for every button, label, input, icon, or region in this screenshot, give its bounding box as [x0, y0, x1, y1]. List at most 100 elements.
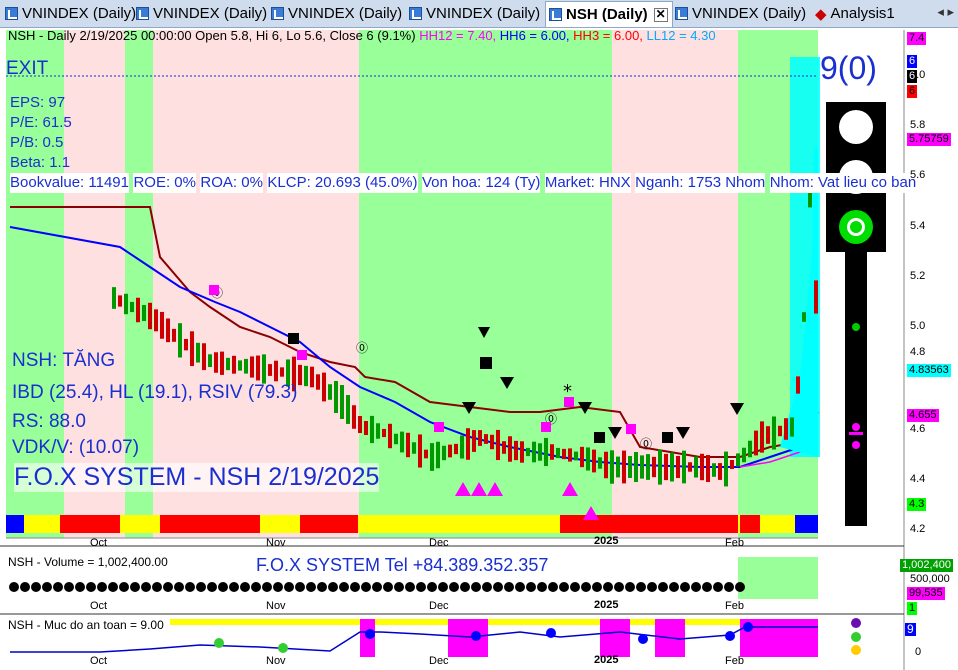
- tab-nsh[interactable]: NSH (Daily) ✕: [545, 1, 673, 27]
- candle: [682, 450, 686, 484]
- candle: [250, 356, 254, 378]
- candle: [262, 354, 266, 384]
- candle: [418, 434, 422, 468]
- candle: [610, 450, 614, 484]
- volume-dot: [262, 582, 272, 592]
- price-box-close: 6: [907, 70, 918, 83]
- volume-dot: [284, 582, 294, 592]
- candle: [322, 372, 326, 402]
- volume-dot: [636, 582, 646, 592]
- candle: [718, 463, 722, 480]
- candle: [466, 428, 470, 460]
- price-tick: 4.8: [910, 346, 926, 358]
- candle: [502, 441, 506, 454]
- candle: [736, 453, 740, 467]
- tab-scroll-arrows[interactable]: ◂ ▸: [937, 4, 954, 20]
- candle: [214, 352, 218, 373]
- candle: [382, 428, 386, 438]
- candle: [580, 446, 584, 468]
- volume-dot: [130, 582, 140, 592]
- fundamentals-panel: EPS: 97 P/E: 61.5 P/B: 0.5 Beta: 1.1 Boo…: [10, 93, 917, 193]
- volume-dot: [86, 582, 96, 592]
- volume-dot: [625, 582, 635, 592]
- volume-dot: [152, 582, 162, 592]
- volume-banner: F.O.X SYSTEM Tel +84.389.352.357: [256, 555, 549, 575]
- x-label-oct: Oct: [90, 537, 108, 549]
- volume-dot: [647, 582, 657, 592]
- candle: [784, 418, 788, 440]
- volume-dot: [185, 582, 195, 592]
- vol-x-label-dec: Dec: [429, 600, 449, 612]
- volume-box-current: 1,002,400: [900, 559, 953, 572]
- candle: [376, 423, 380, 439]
- volume-dot: [548, 582, 558, 592]
- volume-dot: [537, 582, 547, 592]
- candle: [238, 360, 242, 371]
- candle: [268, 364, 272, 376]
- bookvalue: Bookvalue: 11491: [10, 173, 129, 193]
- x-label-feb: Feb: [725, 537, 744, 549]
- candle: [160, 311, 164, 339]
- volume-dot: [53, 582, 63, 592]
- tab-vnindex-5[interactable]: VNINDEX (Daily): [672, 2, 806, 25]
- candle: [706, 455, 710, 482]
- candle: [400, 431, 404, 453]
- volume-dot: [196, 582, 206, 592]
- trend-status: NSH: TĂNG: [12, 350, 116, 371]
- price-tick: 4.4: [910, 473, 926, 485]
- candle: [802, 312, 806, 322]
- exit-label: EXIT: [6, 58, 49, 79]
- volume-dot: [42, 582, 52, 592]
- candle: [352, 405, 356, 429]
- tab-vnindex-4[interactable]: VNINDEX (Daily): [406, 2, 540, 25]
- candle: [664, 453, 668, 481]
- candle: [460, 435, 464, 459]
- price-tick: 5.6: [910, 169, 926, 181]
- volume-dot: [581, 582, 591, 592]
- candle: [136, 297, 140, 323]
- tab-analysis1[interactable]: ◆ Analysis1: [813, 2, 895, 25]
- volume-dot: [427, 582, 437, 592]
- tab-vnindex-1[interactable]: VNINDEX (Daily): [2, 2, 136, 25]
- volume-dot: [669, 582, 679, 592]
- close-icon[interactable]: ✕: [653, 7, 668, 22]
- candle: [490, 434, 494, 450]
- chart-icon: [549, 8, 562, 21]
- volume-dot: [416, 582, 426, 592]
- ibd-status: IBD (25.4), HL (19.1), RSIV (79.3): [12, 382, 298, 403]
- price-box-hh6: 6: [907, 55, 918, 68]
- volume-dot: [207, 582, 217, 592]
- candle: [688, 462, 692, 472]
- vdk-status: VDK/V: (10.07): [12, 437, 140, 458]
- klcp: KLCP: 20.693 (45.0%): [267, 173, 418, 193]
- candle: [676, 455, 680, 479]
- candle: [448, 444, 452, 458]
- candle: [508, 436, 512, 462]
- volume-dot: [471, 582, 481, 592]
- candle: [772, 416, 776, 450]
- tab-vnindex-2[interactable]: VNINDEX (Daily): [133, 2, 267, 25]
- volume-dot: [317, 582, 327, 592]
- safety-x-label-feb: Feb: [725, 655, 744, 667]
- candle: [760, 421, 764, 453]
- volume-box-avg: 99,535: [907, 587, 945, 600]
- candle: [304, 365, 308, 387]
- candle: [544, 437, 548, 467]
- vol-x-label-nov: Nov: [266, 600, 286, 612]
- marker: ⓪: [640, 437, 652, 451]
- tab-vnindex-3[interactable]: VNINDEX (Daily): [268, 2, 402, 25]
- candle: [550, 444, 554, 460]
- candle: [556, 447, 560, 459]
- candle: [814, 280, 818, 314]
- candle: [184, 338, 188, 351]
- volume-dot: [526, 582, 536, 592]
- marker: ⓪: [356, 341, 368, 355]
- candle: [436, 441, 440, 469]
- candle: [670, 452, 674, 482]
- volume-dot: [31, 582, 41, 592]
- volume-dot: [438, 582, 448, 592]
- candle: [658, 449, 662, 485]
- volume-dot: [350, 582, 360, 592]
- candle: [280, 367, 284, 377]
- safety-header: NSH - Muc do an toan = 9.00: [8, 618, 164, 632]
